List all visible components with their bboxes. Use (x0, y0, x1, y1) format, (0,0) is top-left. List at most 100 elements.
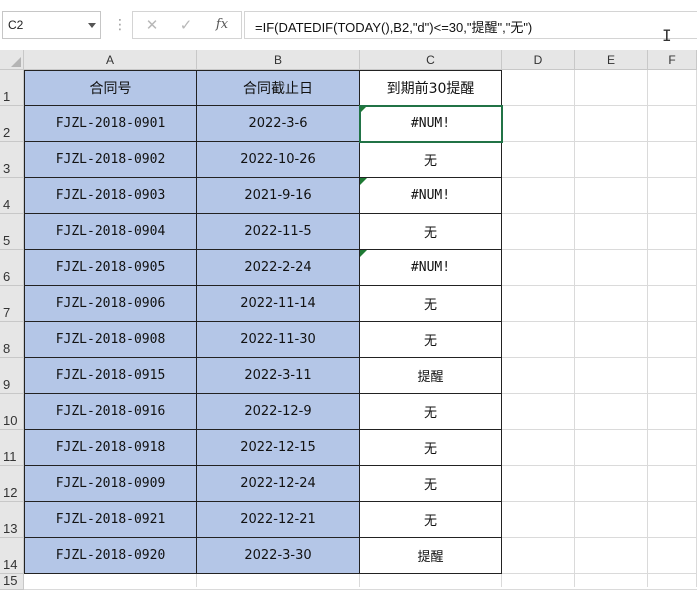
deadline-cell[interactable]: 2022-12-15 (197, 430, 360, 466)
contract-cell[interactable]: FJZL-2018-0902 (24, 142, 197, 178)
deadline-cell[interactable]: 2022-10-26 (197, 142, 360, 178)
column-header-e[interactable]: E (575, 50, 648, 70)
column-header-d[interactable]: D (502, 50, 575, 70)
error-indicator-icon[interactable] (360, 178, 367, 185)
deadline-cell[interactable]: 2022-12-21 (197, 502, 360, 538)
row-header-13[interactable]: 13 (0, 502, 24, 538)
contract-cell-text: FJZL-2018-0918 (55, 440, 166, 455)
row-header-10[interactable]: 10 (0, 394, 24, 430)
enter-icon[interactable]: ✓ (169, 12, 203, 38)
select-all-button[interactable] (0, 50, 24, 70)
deadline-cell-text: 2022-11-5 (244, 224, 312, 239)
row-number[interactable]: 13 (3, 521, 17, 536)
deadline-cell[interactable]: 2022-3-30 (197, 538, 360, 574)
contract-cell-text: FJZL-2018-0903 (55, 188, 166, 203)
deadline-cell[interactable]: 2022-11-14 (197, 286, 360, 322)
row-number[interactable]: 1 (3, 89, 10, 104)
contract-cell[interactable]: FJZL-2018-0918 (24, 430, 197, 466)
error-indicator-icon[interactable] (360, 250, 367, 257)
cancel-icon[interactable]: ✕ (135, 12, 169, 38)
row-number[interactable]: 15 (3, 573, 17, 588)
row-number[interactable]: 6 (3, 269, 10, 284)
row-header-12[interactable]: 12 (0, 466, 24, 502)
error-indicator-icon[interactable] (360, 106, 367, 113)
contract-cell[interactable]: FJZL-2018-0906 (24, 286, 197, 322)
reminder-cell[interactable]: 提醒 (360, 538, 502, 574)
row-number[interactable]: 2 (3, 125, 10, 140)
reminder-cell[interactable]: #NUM! (360, 178, 502, 214)
row-number[interactable]: 4 (3, 197, 10, 212)
header-cell-a[interactable]: 合同号 (24, 70, 197, 106)
row-header-5[interactable]: 5 (0, 214, 24, 250)
chevron-down-icon[interactable] (88, 23, 96, 28)
column-header-f[interactable]: F (648, 50, 697, 70)
header-cell-c[interactable]: 到期前30提醒 (360, 70, 502, 106)
reminder-cell[interactable]: 无 (360, 502, 502, 538)
row-number[interactable]: 10 (3, 413, 17, 428)
contract-cell[interactable]: FJZL-2018-0909 (24, 466, 197, 502)
formula-text[interactable]: =IF(DATEDIF(TODAY(),B2,"d")<=30,"提醒","无"… (255, 17, 532, 36)
row-number[interactable]: 11 (3, 449, 17, 464)
row-header-6[interactable]: 6 (0, 250, 24, 286)
row-header-8[interactable]: 8 (0, 322, 24, 358)
name-box[interactable]: C2 (2, 11, 101, 39)
row-number[interactable]: 9 (3, 377, 10, 392)
contract-cell[interactable]: FJZL-2018-0920 (24, 538, 197, 574)
column-header-b[interactable]: B (197, 50, 360, 70)
formula-input[interactable]: =IF(DATEDIF(TODAY(),B2,"d")<=30,"提醒","无"… (244, 11, 697, 39)
row-header-1[interactable]: 1 (0, 70, 24, 106)
row-header-11[interactable]: 11 (0, 430, 24, 466)
deadline-cell[interactable]: 2022-3-11 (197, 358, 360, 394)
deadline-cell[interactable]: 2022-12-9 (197, 394, 360, 430)
deadline-cell[interactable]: 2022-3-6 (197, 106, 360, 142)
reminder-cell[interactable]: 无 (360, 430, 502, 466)
deadline-cell[interactable]: 2021-9-16 (197, 178, 360, 214)
row-header-4[interactable]: 4 (0, 178, 24, 214)
row-number[interactable]: 3 (3, 161, 10, 176)
deadline-cell[interactable]: 2022-12-24 (197, 466, 360, 502)
reminder-cell-text: 无 (423, 442, 437, 457)
contract-cell[interactable]: FJZL-2018-0903 (24, 178, 197, 214)
header-cell-b-text: 合同截止日 (243, 81, 313, 97)
reminder-cell[interactable]: 无 (360, 142, 502, 178)
spreadsheet-grid[interactable]: ABCDEF 1 2 3 4 5 6 7 8 9 10 11 12 13 14 15 合同号 合同截止日 到期前… (0, 50, 697, 590)
reminder-cell[interactable]: 无 (360, 394, 502, 430)
column-header-c[interactable]: C (360, 50, 502, 70)
insert-function-icon[interactable]: fx (205, 12, 239, 38)
row-header-7[interactable]: 7 (0, 286, 24, 322)
row-header-15[interactable]: 15 (0, 573, 24, 590)
contract-cell[interactable]: FJZL-2018-0915 (24, 358, 197, 394)
row-header-14[interactable]: 14 (0, 538, 24, 574)
reminder-cell[interactable]: 无 (360, 466, 502, 502)
contract-cell[interactable]: FJZL-2018-0916 (24, 394, 197, 430)
header-cell-b[interactable]: 合同截止日 (197, 70, 360, 106)
select-all-icon[interactable] (11, 57, 21, 67)
row-header-9[interactable]: 9 (0, 358, 24, 394)
reminder-cell[interactable]: #NUM! (360, 106, 502, 142)
column-header-a[interactable]: A (24, 50, 197, 70)
contract-cell[interactable]: FJZL-2018-0905 (24, 250, 197, 286)
row-number[interactable]: 7 (3, 305, 10, 320)
row-header-3[interactable]: 3 (0, 142, 24, 178)
row-header-2[interactable]: 2 (0, 106, 24, 142)
deadline-cell-text: 2022-3-30 (244, 548, 312, 563)
row-number[interactable]: 5 (3, 233, 10, 248)
reminder-cell[interactable]: 无 (360, 286, 502, 322)
deadline-cell[interactable]: 2022-11-5 (197, 214, 360, 250)
name-box-value[interactable]: C2 (8, 18, 23, 32)
row-number[interactable]: 12 (3, 485, 17, 500)
row-number[interactable]: 8 (3, 341, 10, 356)
more-options-icon[interactable]: ⋮ (113, 15, 127, 35)
deadline-cell[interactable]: 2022-11-30 (197, 322, 360, 358)
reminder-cell[interactable]: 无 (360, 322, 502, 358)
contract-cell[interactable]: FJZL-2018-0904 (24, 214, 197, 250)
reminder-cell-text: 无 (423, 478, 437, 493)
contract-cell[interactable]: FJZL-2018-0921 (24, 502, 197, 538)
deadline-cell[interactable]: 2022-2-24 (197, 250, 360, 286)
row-number[interactable]: 14 (3, 557, 17, 572)
contract-cell[interactable]: FJZL-2018-0901 (24, 106, 197, 142)
reminder-cell[interactable]: 提醒 (360, 358, 502, 394)
reminder-cell[interactable]: 无 (360, 214, 502, 250)
reminder-cell[interactable]: #NUM! (360, 250, 502, 286)
contract-cell[interactable]: FJZL-2018-0908 (24, 322, 197, 358)
